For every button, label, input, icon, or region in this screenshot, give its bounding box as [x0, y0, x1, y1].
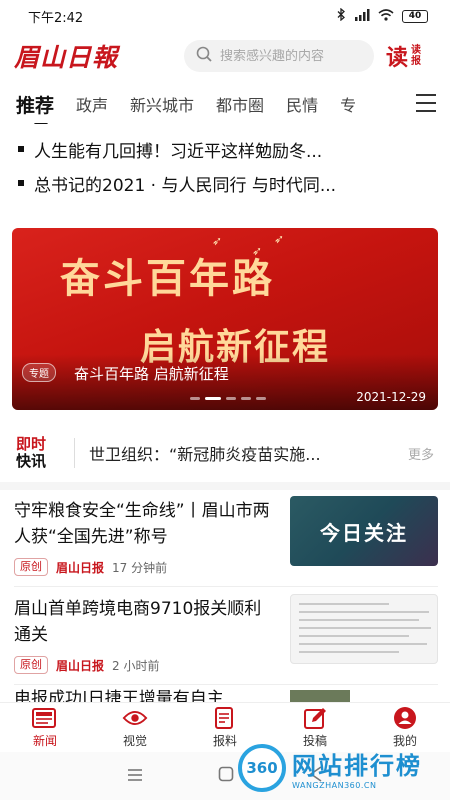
news-title: 眉山首单跨境电商9710报关顺利通关 — [14, 599, 262, 645]
headline-item[interactable]: 人生能有几回搏！习近平这样勉励冬... — [0, 132, 450, 166]
search-input[interactable] — [220, 48, 370, 64]
news-source: 眉山日报 — [56, 560, 105, 575]
status-icons: 40 — [337, 7, 428, 24]
original-badge: 原创 — [14, 558, 48, 576]
news-meta: 原创 眉山日报 2 小时前 — [14, 656, 159, 674]
divider — [74, 438, 75, 468]
recent-apps-icon[interactable] — [127, 767, 143, 786]
headline-text: 人生能有几回搏！习近平这样勉励冬... — [34, 141, 323, 162]
banner-date: 2021-12-29 — [356, 390, 426, 404]
flash-news-logo: 即时 快讯 — [16, 436, 60, 470]
top-headlines: 人生能有几回搏！习近平这样勉励冬... 总书记的2021 · 与人民同行 与时代… — [0, 132, 450, 200]
news-time: 17 分钟前 — [112, 560, 168, 575]
edit-icon — [302, 707, 328, 729]
nav-news[interactable]: 新闻 — [0, 703, 90, 752]
news-thumbnail: 今日关注 — [290, 496, 438, 566]
report-icon — [212, 706, 238, 729]
nav-label: 报料 — [212, 733, 237, 748]
news-list-item[interactable]: 守牢粮食安全“生命线”丨眉山市两人获“全国先进”称号 原创 眉山日报 17 分钟… — [0, 490, 450, 586]
watermark-badge: 360 — [238, 744, 286, 792]
profile-icon — [392, 706, 418, 729]
watermark-title: 网站排行榜 — [292, 752, 422, 780]
search-bar[interactable] — [184, 40, 374, 72]
tab-recommend[interactable]: 推荐 — [16, 91, 54, 124]
news-thumbnail — [290, 594, 438, 664]
read-button-label: 读 — [386, 45, 409, 71]
nav-label: 视觉 — [122, 733, 147, 748]
eye-icon — [122, 707, 148, 729]
status-time: 下午2:42 — [28, 10, 84, 26]
flash-news-text[interactable]: 世卫组织：“新冠肺炎疫苗实施... — [89, 441, 400, 465]
status-bar: 下午2:42 40 — [0, 0, 450, 32]
divider — [14, 586, 438, 587]
featured-banner[interactable]: ➶ ➶ ➶ 奋斗百年路 启航新征程 专题 奋斗百年路 启航新征程 2021-12… — [12, 228, 438, 410]
search-icon — [196, 46, 212, 66]
news-title: 守牢粮食安全“生命线”丨眉山市两人获“全国先进”称号 — [14, 501, 270, 547]
category-tabs: 推荐 政声 新兴城市 都市圈 民情 专 — [0, 84, 450, 124]
banner-caption: 奋斗百年路 启航新征程 — [74, 365, 229, 383]
banner-title-line1: 奋斗百年路 — [60, 256, 275, 302]
menu-icon[interactable] — [416, 94, 436, 112]
tab-public-opinion[interactable]: 民情 — [286, 92, 318, 116]
news-source: 眉山日报 — [56, 658, 105, 673]
news-list-item[interactable]: 眉山首单跨境电商9710报关顺利通关 原创 眉山日报 2 小时前 — [0, 588, 450, 684]
watermark-logo: 360 网站排行榜 WANGZHAN360.CN — [238, 738, 448, 798]
original-badge: 原创 — [14, 656, 48, 674]
read-button-sublabel: 读报 — [411, 45, 422, 67]
flash-logo-line1: 即时 — [16, 435, 47, 453]
section-gap — [0, 482, 450, 490]
home-icon[interactable] — [218, 766, 234, 786]
headline-item[interactable]: 总书记的2021 · 与人民同行 与时代同... — [0, 166, 450, 200]
headline-text: 总书记的2021 · 与人民同行 与时代同... — [34, 175, 337, 196]
flash-logo-line2: 快讯 — [16, 452, 47, 470]
carousel-indicator — [190, 397, 266, 400]
wifi-icon — [378, 8, 394, 24]
nav-label: 新闻 — [32, 733, 57, 748]
news-icon — [32, 707, 58, 729]
battery-indicator: 40 — [402, 9, 428, 23]
tab-new-city[interactable]: 新兴城市 — [130, 92, 194, 116]
tab-metro[interactable]: 都市圈 — [216, 92, 264, 116]
news-meta: 原创 眉山日报 17 分钟前 — [14, 558, 167, 576]
more-link[interactable]: 更多 — [408, 444, 434, 463]
bluetooth-icon — [337, 7, 346, 24]
nav-visual[interactable]: 视觉 — [90, 703, 180, 752]
watermark-url: WANGZHAN360.CN — [292, 781, 377, 790]
divider — [14, 684, 438, 685]
banner-topic-badge: 专题 — [22, 363, 56, 382]
bird-decoration-icon: ➶ — [274, 232, 285, 246]
app-header: 眉山日報 读 读报 — [0, 32, 450, 80]
thumbnail-text: 今日关注 — [320, 520, 408, 545]
app-logo: 眉山日報 — [14, 43, 119, 72]
bullet-icon — [18, 180, 24, 186]
news-time: 2 小时前 — [112, 658, 160, 673]
tab-politics[interactable]: 政声 — [76, 92, 108, 116]
tab-special[interactable]: 专 — [340, 92, 356, 116]
bullet-icon — [18, 146, 24, 152]
watermark-text: 网站排行榜 WANGZHAN360.CN — [292, 746, 422, 790]
flash-news-bar[interactable]: 即时 快讯 世卫组织：“新冠肺炎疫苗实施... 更多 — [0, 424, 450, 482]
read-paper-button[interactable]: 读 读报 — [386, 40, 423, 72]
signal-icon — [354, 8, 370, 24]
